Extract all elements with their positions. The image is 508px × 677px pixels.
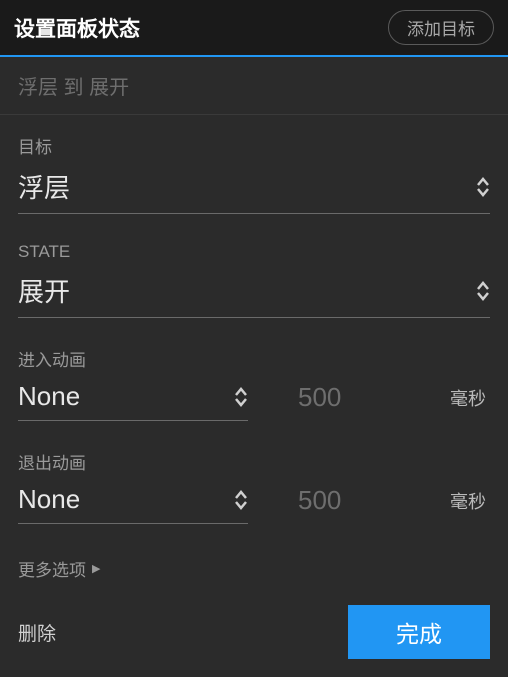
more-options-label: 更多选项 (18, 556, 86, 581)
enter-duration-input[interactable] (298, 382, 398, 421)
exit-animation-value: None (18, 484, 80, 515)
chevron-up-down-icon (234, 490, 248, 510)
breadcrumb: 浮层 到 展开 (0, 57, 508, 115)
panel-header: 设置面板状态 添加目标 (0, 0, 508, 57)
panel-content: 目标 浮层 STATE 展开 进入动画 None (0, 115, 508, 677)
delete-button[interactable]: 删除 (18, 619, 56, 646)
target-label: 目标 (18, 133, 490, 158)
exit-animation-label: 退出动画 (18, 449, 258, 474)
chevron-up-down-icon (476, 281, 490, 301)
done-button[interactable]: 完成 (348, 605, 490, 659)
state-field: STATE 展开 (18, 242, 490, 318)
ms-unit-label: 毫秒 (450, 488, 490, 524)
target-dropdown[interactable]: 浮层 (18, 168, 490, 214)
exit-animation-row: 退出动画 None 毫秒 (18, 449, 490, 524)
state-label: STATE (18, 242, 490, 262)
enter-animation-label: 进入动画 (18, 346, 258, 371)
more-options-toggle[interactable]: 更多选项 ▶ (18, 552, 490, 605)
target-field: 目标 浮层 (18, 133, 490, 214)
enter-animation-row: 进入动画 None 毫秒 (18, 346, 490, 421)
panel-title: 设置面板状态 (14, 13, 140, 43)
chevron-up-down-icon (234, 387, 248, 407)
enter-animation-dropdown[interactable]: None (18, 381, 248, 421)
exit-duration-input[interactable] (298, 485, 398, 524)
enter-animation-value: None (18, 381, 80, 412)
exit-animation-dropdown[interactable]: None (18, 484, 248, 524)
chevron-up-down-icon (476, 177, 490, 197)
state-dropdown[interactable]: 展开 (18, 272, 490, 318)
panel-footer: 删除 完成 (18, 605, 490, 677)
triangle-right-icon: ▶ (92, 562, 100, 575)
target-value: 浮层 (18, 168, 70, 205)
ms-unit-label: 毫秒 (450, 385, 490, 421)
state-value: 展开 (18, 272, 70, 309)
add-target-button[interactable]: 添加目标 (388, 10, 494, 45)
enter-animation-field: 进入动画 None (18, 346, 258, 421)
exit-animation-field: 退出动画 None (18, 449, 258, 524)
